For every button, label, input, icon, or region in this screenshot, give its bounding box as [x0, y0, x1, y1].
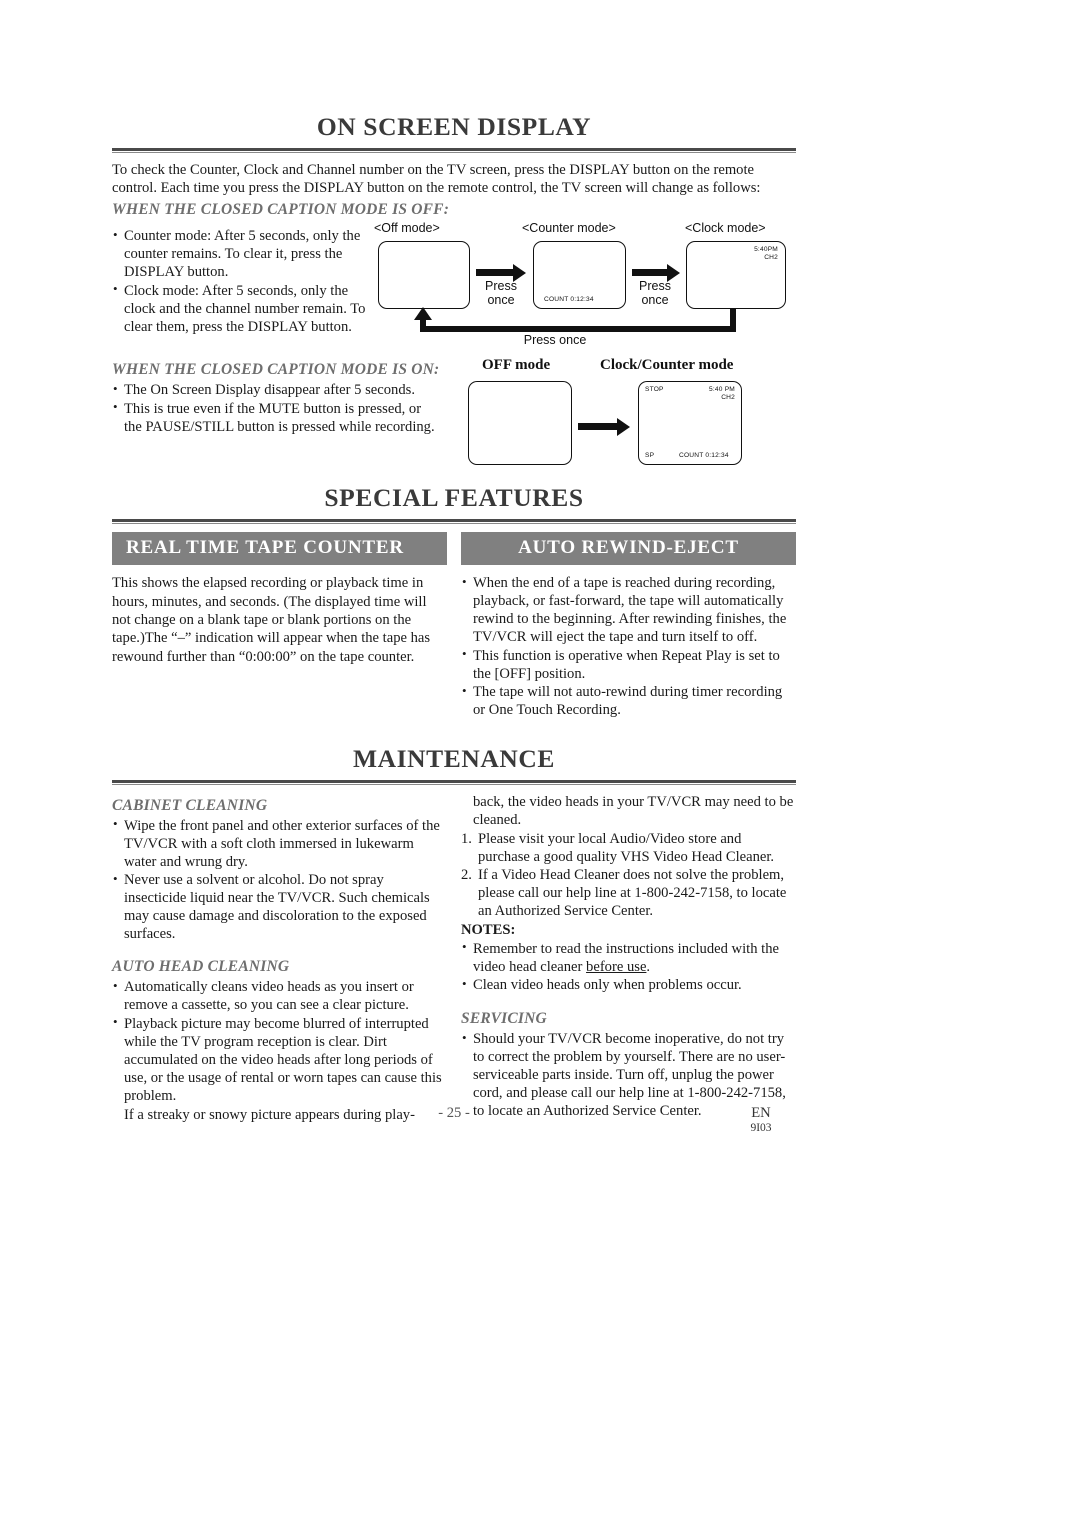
list-item: This is true even if the MUTE button is … — [112, 399, 442, 436]
tv-screen-counter-mode: COUNT 0:12:34 — [533, 241, 626, 310]
list-item: Playback picture may become blurred of i… — [112, 1014, 447, 1105]
cc-off-block: Counter mode: After 5 seconds, only the … — [112, 221, 796, 353]
note-text-post: . — [646, 958, 651, 975]
counter-osd-text: COUNT 0:12:34 — [544, 296, 594, 304]
cc-on-diagram-area: OFF mode Clock/Counter mode STOP 5:40 PM… — [442, 357, 796, 469]
list-item: This function is operative when Repeat P… — [461, 646, 796, 683]
banner-col-right: AUTO REWIND-EJECT — [461, 532, 796, 566]
list-item-text: Playback picture may become blurred of i… — [124, 1015, 442, 1105]
list-item: Automatically cleans video heads as you … — [112, 978, 447, 1014]
heading-cc-mode-off: WHEN THE CLOSED CAPTION MODE IS OFF: — [112, 201, 450, 219]
osd-flow-diagram: <Off mode> <Counter mode> <Clock mode> P… — [370, 221, 796, 353]
list-item: The tape will not auto-rewind during tim… — [461, 683, 796, 719]
list-item: When the end of a tape is reached during… — [461, 574, 796, 646]
banner-real-time-tape-counter: REAL TIME TAPE COUNTER — [112, 532, 447, 566]
list-item: Clock mode: After 5 seconds, only the cl… — [112, 281, 370, 336]
section-divider — [112, 148, 796, 153]
clock-osd-time: 5:40PM — [754, 246, 778, 254]
screen-status-text: STOP — [645, 386, 664, 394]
arrow-off-to-counter — [476, 263, 526, 282]
footer-codes: EN 9I03 — [726, 1105, 796, 1135]
clock-osd-channel: CH2 — [764, 254, 778, 262]
diagram2-label-clock-counter-mode: Clock/Counter mode — [600, 357, 734, 374]
press-word: Press — [485, 279, 517, 294]
heading-cc-mode-on: WHEN THE CLOSED CAPTION MODE IS ON: — [112, 361, 440, 379]
screen-speed-text: SP — [645, 452, 655, 460]
section-divider — [112, 519, 796, 525]
page-footer: - 25 - EN 9I03 — [112, 1105, 796, 1155]
screen-channel-text: CH2 — [721, 394, 735, 402]
diagram-label-counter-mode: <Counter mode> — [522, 221, 616, 236]
maintenance-col-left: CABINET CLEANING Wipe the front panel an… — [112, 793, 447, 1124]
screen-counter-text: COUNT 0:12:34 — [679, 452, 729, 460]
maintenance-body: CABINET CLEANING Wipe the front panel an… — [112, 793, 796, 1124]
arrow-off-to-clock-counter — [578, 417, 630, 436]
special-features-body: This shows the elapsed recording or play… — [112, 574, 796, 720]
banner-col-left: REAL TIME TAPE COUNTER — [112, 532, 447, 566]
page-content: ON SCREEN DISPLAY To check the Counter, … — [112, 112, 796, 1124]
section-title-on-screen-display: ON SCREEN DISPLAY — [316, 112, 592, 141]
once-word: once — [487, 293, 515, 308]
list-item: Wipe the front panel and other exterior … — [112, 816, 447, 871]
tv-screen-off-mode-2 — [468, 381, 572, 466]
footer-doc-code: 9I03 — [750, 1121, 772, 1134]
list-item: Remember to read the instructions includ… — [461, 939, 796, 976]
heading-auto-head-cleaning: AUTO HEAD CLEANING — [112, 958, 290, 976]
document-page: ON SCREEN DISPLAY To check the Counter, … — [0, 0, 1080, 1531]
loop-line-horizontal — [420, 326, 736, 333]
maintenance-col-right: back, the video heads in your TV/VCR may… — [461, 793, 796, 1124]
once-word: once — [641, 293, 669, 308]
list-item: The On Screen Display disappear after 5 … — [112, 381, 442, 399]
page-number: - 25 - — [438, 1105, 470, 1121]
on-screen-display-intro: To check the Counter, Clock and Channel … — [112, 162, 761, 197]
auto-rewind-eject-col: When the end of a tape is reached during… — [461, 574, 796, 720]
diagram2-label-off-mode: OFF mode — [482, 357, 551, 374]
press-once-label-1: Press once — [474, 279, 528, 307]
numbered-item: If a Video Head Cleaner does not solve t… — [461, 866, 787, 919]
cc-on-text: WHEN THE CLOSED CAPTION MODE IS ON: The … — [112, 357, 442, 469]
auto-head-cleaning-continuation-right: back, the video heads in your TV/VCR may… — [473, 793, 794, 829]
special-features-banners: REAL TIME TAPE COUNTER AUTO REWIND-EJECT — [112, 532, 796, 566]
footer-language-code: EN — [751, 1105, 771, 1121]
cc-off-diagram-area: <Off mode> <Counter mode> <Clock mode> P… — [370, 221, 796, 353]
press-once-label-2: Press once — [628, 279, 682, 307]
tv-screen-clock-counter-mode: STOP 5:40 PM CH2 SP COUNT 0:12:34 — [638, 381, 742, 466]
arrow-counter-to-clock — [632, 263, 680, 282]
heading-servicing: SERVICING — [461, 1010, 547, 1028]
list-item: Never use a solvent or alcohol. Do not s… — [112, 871, 447, 943]
list-item: Counter mode: After 5 seconds, only the … — [112, 227, 370, 281]
osd-simple-diagram: OFF mode Clock/Counter mode STOP 5:40 PM… — [460, 357, 760, 469]
press-once-loop-label: Press once — [523, 333, 587, 348]
tv-screen-clock-mode: 5:40PM CH2 — [686, 241, 786, 310]
list-item: Clean video heads only when problems occ… — [461, 976, 796, 994]
tv-screen-off-mode — [378, 241, 470, 310]
cc-off-bullets: Counter mode: After 5 seconds, only the … — [112, 221, 370, 353]
diagram-label-off-mode: <Off mode> — [374, 221, 440, 236]
real-time-tape-counter-text: This shows the elapsed recording or play… — [112, 575, 431, 665]
cc-on-block: WHEN THE CLOSED CAPTION MODE IS ON: The … — [112, 357, 796, 469]
notes-label: NOTES: — [461, 921, 516, 938]
banner-auto-rewind-eject: AUTO REWIND-EJECT — [461, 532, 796, 566]
section-title-special-features: SPECIAL FEATURES — [324, 483, 584, 513]
loop-arrow-head — [414, 307, 432, 321]
note-text-underlined: before use — [586, 958, 647, 975]
screen-time-text: 5:40 PM — [709, 386, 735, 394]
numbered-item: Please visit your local Audio/Video stor… — [461, 830, 775, 865]
loop-line-vertical-left — [420, 319, 426, 330]
diagram-label-clock-mode: <Clock mode> — [685, 221, 766, 236]
real-time-tape-counter-col: This shows the elapsed recording or play… — [112, 574, 447, 720]
press-word: Press — [639, 279, 671, 294]
section-divider — [112, 779, 796, 785]
section-title-maintenance: MAINTENANCE — [352, 743, 556, 773]
heading-cabinet-cleaning: CABINET CLEANING — [112, 796, 268, 814]
